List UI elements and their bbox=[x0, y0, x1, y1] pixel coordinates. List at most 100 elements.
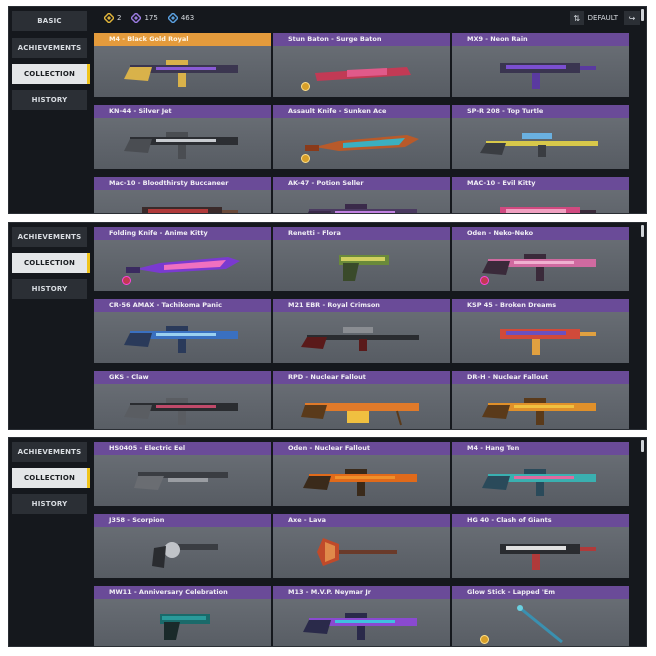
rifle-weapon-icon bbox=[287, 458, 435, 502]
weapon-card[interactable]: Folding Knife - Anime Kitty bbox=[94, 227, 271, 291]
scrollbar[interactable] bbox=[641, 9, 644, 21]
weapon-card[interactable]: GKS - Claw bbox=[94, 371, 271, 429]
revolver-weapon-icon bbox=[108, 530, 256, 574]
smg-weapon-icon bbox=[466, 193, 614, 213]
weapon-card[interactable]: Oden - Nuclear Fallout bbox=[273, 442, 450, 506]
weapon-card[interactable]: MAC-10 - Evil Kitty bbox=[452, 177, 629, 213]
sidebar-item-achievements[interactable]: ACHIEVEMENTS bbox=[12, 38, 87, 58]
rifle-weapon-icon bbox=[108, 387, 256, 429]
rifle-weapon-icon bbox=[108, 121, 256, 165]
sidebar-item-collection[interactable]: COLLECTION bbox=[12, 468, 90, 488]
weapon-card-title: KN-44 - Silver Jet bbox=[94, 105, 271, 118]
weapon-card-title: Mac-10 - Bloodthirsty Buccaneer bbox=[94, 177, 271, 190]
weapon-card[interactable]: M4 - Black Gold Royal bbox=[94, 33, 271, 97]
weapon-card-title: J358 - Scorpion bbox=[94, 514, 271, 527]
weapon-card[interactable]: Mac-10 - Bloodthirsty Buccaneer bbox=[94, 177, 271, 213]
weapon-card[interactable]: Oden - Neko-Neko bbox=[452, 227, 629, 291]
weapon-card-title: Glow Stick - Lapped 'Em bbox=[452, 586, 629, 599]
collection-grid: Folding Knife - Anime Kitty Renetti - Flo… bbox=[94, 223, 638, 429]
sniper-weapon-icon bbox=[287, 315, 435, 359]
sidebar: ACHIEVEMENTS COLLECTION HISTORY bbox=[9, 438, 90, 646]
weapon-card[interactable]: Stun Baton - Surge Baton bbox=[273, 33, 450, 97]
weapon-card-title: Stun Baton - Surge Baton bbox=[273, 33, 450, 46]
weapon-card[interactable]: DR-H - Nuclear Fallout bbox=[452, 371, 629, 429]
weapon-card-title: Assault Knife - Sunken Ace bbox=[273, 105, 450, 118]
axe-weapon-icon bbox=[287, 530, 435, 574]
weapon-card[interactable]: CR-56 AMAX - Tachikoma Panic bbox=[94, 299, 271, 363]
weapon-card[interactable]: SP-R 208 - Top Turtle bbox=[452, 105, 629, 169]
weapon-card[interactable]: AK-47 - Potion Seller bbox=[273, 177, 450, 213]
collection-panel: ACHIEVEMENTS COLLECTION HISTORY Folding Kni… bbox=[8, 222, 647, 430]
shotgun-weapon-icon bbox=[108, 458, 256, 502]
weapon-card-title: Oden - Nuclear Fallout bbox=[273, 442, 450, 455]
sidebar: ACHIEVEMENTS COLLECTION HISTORY bbox=[9, 223, 90, 429]
rarity-badge-icon bbox=[122, 276, 131, 285]
rarity-badge-icon bbox=[480, 635, 489, 644]
rifle-weapon-icon bbox=[466, 458, 614, 502]
rarity-badge-icon bbox=[301, 154, 310, 163]
smg-weapon-icon bbox=[108, 193, 256, 213]
rarity-badge-icon bbox=[480, 276, 489, 285]
weapon-card-title: KSP 45 - Broken Dreams bbox=[452, 299, 629, 312]
sidebar-item-basic[interactable]: BASIC bbox=[12, 11, 87, 31]
sidebar-item-history[interactable]: HISTORY bbox=[12, 494, 87, 514]
weapon-card-title: AK-47 - Potion Seller bbox=[273, 177, 450, 190]
weapon-card[interactable]: M21 EBR - Royal Crimson bbox=[273, 299, 450, 363]
weapon-card[interactable]: KN-44 - Silver Jet bbox=[94, 105, 271, 169]
weapon-card-title: Axe - Lava bbox=[273, 514, 450, 527]
weapon-card[interactable]: Axe - Lava bbox=[273, 514, 450, 578]
weapon-card-title: MX9 - Neon Rain bbox=[452, 33, 629, 46]
rarity-badge-icon bbox=[301, 82, 310, 91]
rifle-weapon-icon bbox=[287, 193, 435, 213]
smg-weapon-icon bbox=[466, 315, 614, 359]
sniper-weapon-icon bbox=[466, 121, 614, 165]
weapon-card[interactable]: M4 - Hang Ten bbox=[452, 442, 629, 506]
sidebar-item-collection[interactable]: COLLECTION bbox=[12, 64, 90, 84]
rifle-weapon-icon bbox=[466, 387, 614, 429]
weapon-card-title: M4 - Black Gold Royal bbox=[94, 33, 271, 46]
lmg-weapon-icon bbox=[287, 387, 435, 429]
weapon-card-title: M21 EBR - Royal Crimson bbox=[273, 299, 450, 312]
weapon-card[interactable]: J358 - Scorpion bbox=[94, 514, 271, 578]
rifle-weapon-icon bbox=[108, 49, 256, 93]
weapon-card[interactable]: Assault Knife - Sunken Ace bbox=[273, 105, 450, 169]
weapon-card[interactable]: M13 - M.V.P. Neymar Jr bbox=[273, 586, 450, 646]
sidebar-item-history[interactable]: HISTORY bbox=[12, 90, 87, 110]
weapon-card-title: SP-R 208 - Top Turtle bbox=[452, 105, 629, 118]
weapon-card-title: M13 - M.V.P. Neymar Jr bbox=[273, 586, 450, 599]
weapon-card[interactable]: Glow Stick - Lapped 'Em bbox=[452, 586, 629, 646]
sidebar-item-history[interactable]: HISTORY bbox=[12, 279, 87, 299]
weapon-card-title: MAC-10 - Evil Kitty bbox=[452, 177, 629, 190]
weapon-card-title: RPD - Nuclear Fallout bbox=[273, 371, 450, 384]
weapon-card-title: Folding Knife - Anime Kitty bbox=[94, 227, 271, 240]
pistol-weapon-icon bbox=[287, 243, 435, 287]
weapon-card-title: Oden - Neko-Neko bbox=[452, 227, 629, 240]
smg-weapon-icon bbox=[466, 49, 614, 93]
weapon-card-title: Renetti - Flora bbox=[273, 227, 450, 240]
collection-panel: ACHIEVEMENTS COLLECTION HISTORY HS0405 - El… bbox=[8, 437, 647, 647]
weapon-card-title: GKS - Claw bbox=[94, 371, 271, 384]
sidebar: BASIC ACHIEVEMENTS COLLECTION HISTORY bbox=[9, 7, 90, 213]
weapon-card[interactable]: HS0405 - Electric Eel bbox=[94, 442, 271, 506]
pistol-weapon-icon bbox=[108, 602, 256, 646]
weapon-card[interactable]: RPD - Nuclear Fallout bbox=[273, 371, 450, 429]
weapon-card[interactable]: MW11 - Anniversary Celebration bbox=[94, 586, 271, 646]
weapon-card[interactable]: Renetti - Flora bbox=[273, 227, 450, 291]
weapon-card-title: HG 40 - Clash of Giants bbox=[452, 514, 629, 527]
rifle-weapon-icon bbox=[108, 315, 256, 359]
weapon-card[interactable]: HG 40 - Clash of Giants bbox=[452, 514, 629, 578]
sidebar-item-collection[interactable]: COLLECTION bbox=[12, 253, 90, 273]
weapon-card-title: DR-H - Nuclear Fallout bbox=[452, 371, 629, 384]
weapon-card[interactable]: KSP 45 - Broken Dreams bbox=[452, 299, 629, 363]
weapon-card-title: MW11 - Anniversary Celebration bbox=[94, 586, 271, 599]
scrollbar[interactable] bbox=[641, 225, 644, 237]
rifle-weapon-icon bbox=[287, 602, 435, 646]
sidebar-item-achievements[interactable]: ACHIEVEMENTS bbox=[12, 442, 87, 462]
scrollbar[interactable] bbox=[641, 440, 644, 452]
weapon-card-title: HS0405 - Electric Eel bbox=[94, 442, 271, 455]
sidebar-item-achievements[interactable]: ACHIEVEMENTS bbox=[12, 227, 87, 247]
weapon-card-title: CR-56 AMAX - Tachikoma Panic bbox=[94, 299, 271, 312]
collection-grid: HS0405 - Electric Eel Oden - Nuclear Fall… bbox=[94, 438, 638, 646]
collection-panel: BASIC ACHIEVEMENTS COLLECTION HISTORY 2 175 46… bbox=[8, 6, 647, 214]
weapon-card[interactable]: MX9 - Neon Rain bbox=[452, 33, 629, 97]
